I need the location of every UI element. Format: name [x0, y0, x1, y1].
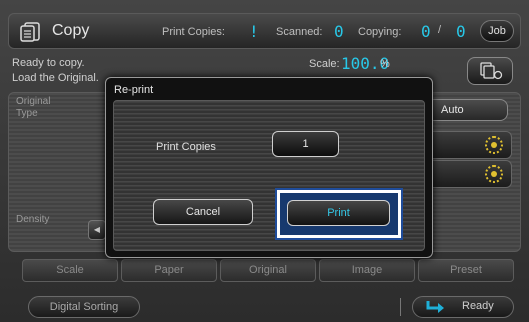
copying-separator: / — [438, 24, 442, 36]
scanned-label: Scanned: — [276, 26, 323, 38]
copying-total: 0 — [456, 22, 466, 41]
option-pane-2[interactable] — [426, 160, 512, 188]
tab-preset[interactable]: Preset — [418, 259, 514, 282]
copy-mode-icon — [480, 62, 503, 80]
dialog-title: Re-print — [114, 84, 154, 96]
scanned-value: 0 — [334, 22, 344, 41]
print-copies-field-label: Print Copies — [156, 141, 216, 153]
original-type-label: Original Type — [16, 96, 51, 119]
option-pane-1[interactable] — [426, 131, 512, 159]
scale-unit: % — [380, 58, 390, 70]
status-message: Ready to copy. — [12, 57, 85, 69]
job-button[interactable]: Job — [480, 20, 514, 42]
gear-icon — [485, 165, 503, 183]
arrow-left-icon[interactable]: ◀ — [88, 220, 106, 240]
function-tabs: Scale Paper Original Image Preset — [22, 259, 514, 282]
print-button[interactable]: Print — [287, 200, 390, 226]
gear-icon — [485, 136, 503, 154]
copy-icon — [20, 22, 40, 42]
copying-label: Copying: — [358, 26, 402, 38]
ready-status-text: Ready — [462, 300, 494, 312]
density-label: Density — [16, 214, 50, 225]
copy-mode-button[interactable] — [467, 57, 513, 85]
tab-original[interactable]: Original — [220, 259, 316, 282]
print-copies-label: Print Copies: — [162, 26, 225, 38]
copying-value: 0 — [421, 22, 431, 41]
copy-screen: { "header": { "title": "Copy", "print_co… — [0, 0, 529, 322]
divider — [400, 298, 401, 316]
print-copies-field[interactable]: 1 — [272, 131, 339, 157]
digital-sorting-button[interactable]: Digital Sorting — [28, 296, 140, 318]
scale-label: Scale: — [309, 58, 340, 70]
tab-paper[interactable]: Paper — [121, 259, 217, 282]
status-message-2: Load the Original. — [12, 72, 99, 84]
return-arrow-icon — [426, 301, 444, 313]
cancel-button[interactable]: Cancel — [153, 199, 253, 225]
tab-image[interactable]: Image — [319, 259, 415, 282]
auto-button[interactable]: Auto — [426, 99, 508, 121]
print-copies-value: ! — [249, 22, 259, 41]
app-title: Copy — [52, 22, 90, 39]
tab-scale[interactable]: Scale — [22, 259, 118, 282]
